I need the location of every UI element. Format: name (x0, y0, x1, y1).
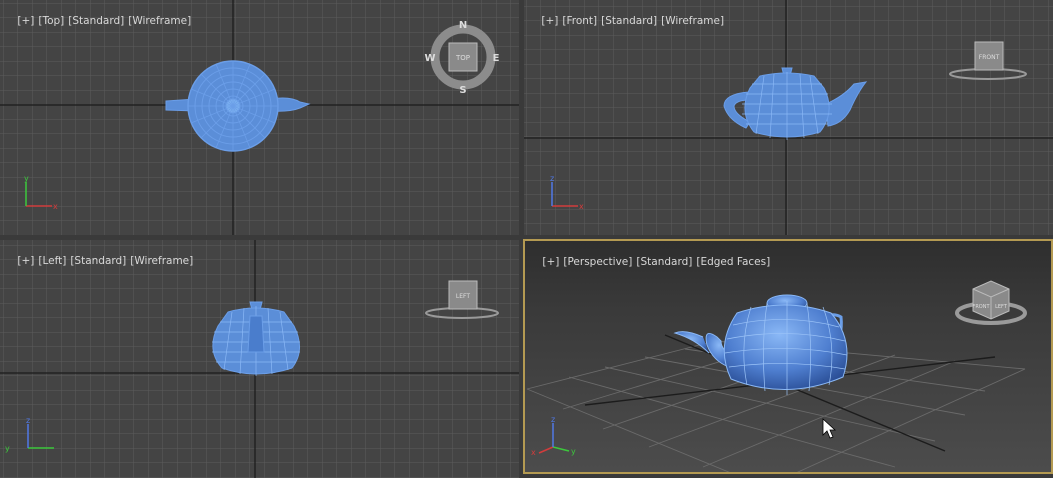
compass-south-label: S (459, 85, 466, 96)
shading-mode-button[interactable]: [Standard] (636, 256, 692, 268)
viewport-menu-button[interactable]: [+] (17, 15, 34, 27)
viewport-perspective[interactable]: [+] [Perspective] [Standard] [Edged Faces] (523, 239, 1053, 474)
viewport-top[interactable]: [+] [Top] [Standard] [Wireframe] TOP N S… (0, 0, 519, 235)
viewport-menu-button[interactable]: [+] (541, 15, 558, 27)
axis-y-label: y (24, 174, 29, 183)
display-mode-button[interactable]: [Wireframe] (128, 15, 191, 27)
display-mode-button[interactable]: [Edged Faces] (696, 256, 770, 268)
viewport-perspective-label: [+] [Perspective] [Standard] [Edged Faces] (529, 244, 774, 280)
axis-y-label: y (5, 444, 10, 453)
axis-y-label: y (571, 447, 576, 456)
view-type-button[interactable]: [Top] (38, 15, 64, 27)
display-mode-button[interactable]: [Wireframe] (130, 255, 193, 267)
viewcube-left-label: LEFT (995, 304, 1008, 310)
compass-east-label: E (493, 53, 500, 64)
view-type-button[interactable]: [Perspective] (563, 256, 632, 268)
shading-mode-button[interactable]: [Standard] (68, 15, 124, 27)
compass-west-label: W (424, 53, 435, 64)
axis-z-label: z (26, 416, 30, 425)
viewport-menu-button[interactable]: [+] (542, 256, 559, 268)
viewcube-face-label: LEFT (456, 293, 470, 300)
viewport-front[interactable]: [+] [Front] [Standard] [Wireframe] FRONT (524, 0, 1053, 235)
axis-x-label: x (531, 448, 536, 457)
viewport-left-label: [+] [Left] [Standard] [Wireframe] (4, 243, 197, 279)
viewcube-face-label: TOP (455, 54, 470, 62)
viewcube-front-label: FRONT (972, 304, 990, 310)
compass-north-label: N (459, 20, 467, 31)
axis-z-label: z (551, 415, 555, 424)
axis-x-label: x (53, 202, 58, 211)
viewport-left[interactable]: [+] [Left] [Standard] [Wireframe] LEFT y… (0, 240, 519, 478)
viewport-front-label: [+] [Front] [Standard] [Wireframe] (528, 3, 728, 39)
viewport-menu-button[interactable]: [+] (17, 255, 34, 267)
view-type-button[interactable]: [Left] (38, 255, 66, 267)
shading-mode-button[interactable]: [Standard] (601, 15, 657, 27)
viewcube-face-label: FRONT (979, 54, 1000, 61)
shading-mode-button[interactable]: [Standard] (70, 255, 126, 267)
axis-x-label: x (579, 202, 584, 211)
viewport-top-label: [+] [Top] [Standard] [Wireframe] (4, 3, 195, 39)
axis-z-label: z (550, 174, 554, 183)
display-mode-button[interactable]: [Wireframe] (661, 15, 724, 27)
view-type-button[interactable]: [Front] (562, 15, 597, 27)
